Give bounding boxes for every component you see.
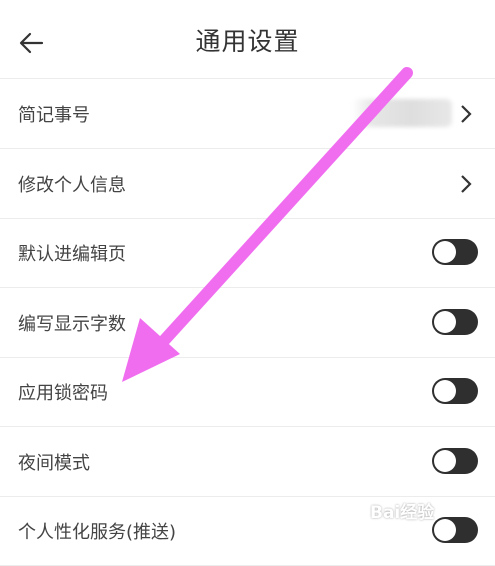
night-mode-toggle[interactable] — [432, 448, 478, 474]
row-account-id[interactable]: 简记事号 — [0, 79, 495, 149]
chevron-right-icon — [461, 175, 472, 193]
toggle-knob — [434, 380, 456, 402]
row-label: 默认进编辑页 — [18, 244, 126, 265]
toggle-knob — [434, 450, 456, 472]
row-show-word-count: 编写显示字数 — [0, 288, 495, 358]
app-header: 通用设置 — [0, 0, 495, 79]
row-label: 应用锁密码 — [18, 383, 108, 404]
row-night-mode: 夜间模式 — [0, 427, 495, 497]
toggle-knob — [434, 311, 456, 333]
page-title: 通用设置 — [195, 27, 300, 56]
row-label: 个人性化服务(推送) — [18, 522, 177, 543]
watermark-logo: Bai经验 — [370, 498, 495, 553]
row-label: 修改个人信息 — [18, 175, 126, 196]
row-label: 编写显示字数 — [18, 314, 126, 335]
watermark-text: Bai经验 — [370, 503, 435, 523]
blurred-value — [352, 99, 452, 127]
show-word-count-toggle[interactable] — [432, 309, 478, 335]
row-label: 夜间模式 — [18, 453, 90, 474]
row-default-edit-page: 默认进编辑页 — [0, 218, 495, 288]
toggle-knob — [434, 241, 456, 263]
row-label: 简记事号 — [18, 105, 90, 126]
chevron-right-icon — [461, 105, 472, 123]
app-lock-toggle[interactable] — [432, 378, 478, 404]
row-app-lock: 应用锁密码 — [0, 357, 495, 427]
row-edit-profile[interactable]: 修改个人信息 — [0, 149, 495, 219]
default-edit-page-toggle[interactable] — [432, 239, 478, 265]
